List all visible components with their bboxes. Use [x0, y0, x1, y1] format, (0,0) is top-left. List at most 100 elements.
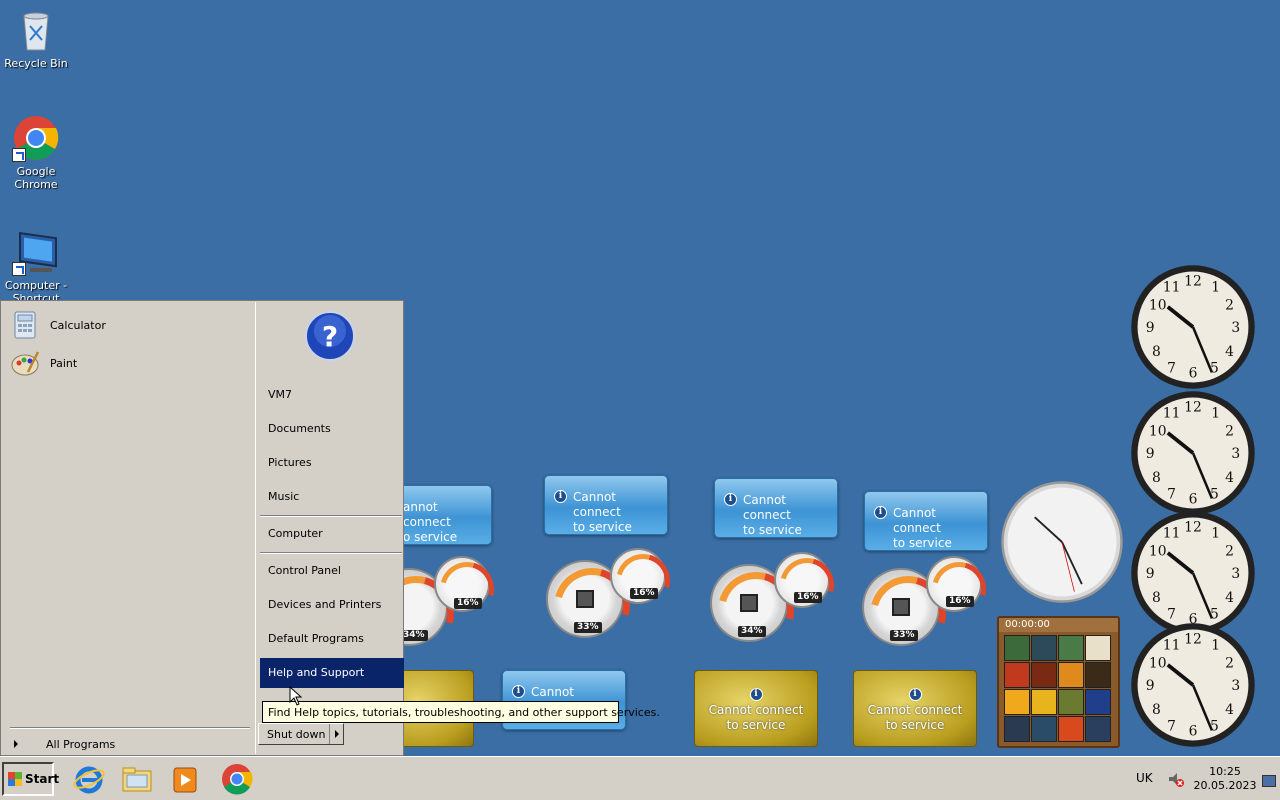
media-player-icon[interactable]: [168, 763, 202, 795]
puzzle-grid[interactable]: [999, 632, 1118, 745]
svg-text:8: 8: [1152, 344, 1161, 360]
start-menu-link-documents[interactable]: Documents: [260, 414, 404, 444]
svg-text:1: 1: [1211, 526, 1220, 542]
start-menu-link-music[interactable]: Music: [260, 482, 404, 512]
shutdown-options-arrow-icon[interactable]: [329, 724, 343, 744]
weather-status-line1: Cannot connect: [743, 493, 791, 522]
clock-gadget[interactable]: 12 3 6 9 1 2 4 5 7 8 10 11: [1130, 390, 1256, 516]
language-indicator[interactable]: UK: [1136, 771, 1153, 785]
svg-text:1: 1: [1211, 280, 1220, 296]
svg-text:12: 12: [1184, 273, 1202, 289]
svg-text:12: 12: [1184, 399, 1202, 415]
cpu-usage: 34%: [400, 630, 428, 641]
weather-status-line2: to service: [893, 536, 952, 550]
info-icon: i: [908, 688, 922, 701]
chrome-icon[interactable]: [220, 763, 254, 795]
cpu-usage: 34%: [738, 626, 766, 637]
svg-text:9: 9: [1146, 320, 1155, 336]
clock-gadget[interactable]: 12 3 6 9 1 2 4 5 7 8 10 11: [1130, 622, 1256, 748]
windows-explorer-icon[interactable]: [120, 763, 154, 795]
picture-puzzle-gadget[interactable]: 00:00:00: [997, 616, 1120, 748]
cpu-meter-gadget[interactable]: 34% 16%: [710, 552, 832, 644]
svg-text:10: 10: [1149, 655, 1167, 671]
svg-text:10: 10: [1149, 543, 1167, 559]
start-menu-link-help-support[interactable]: Help and Support: [260, 658, 404, 688]
clock-gadget[interactable]: 12 3 6 9 1 2 4 5 7 8 10 11: [1130, 264, 1256, 390]
recycle-bin-icon: [12, 6, 60, 54]
svg-text:7: 7: [1167, 486, 1176, 502]
clock-time: 10:25: [1209, 765, 1241, 778]
start-menu-link-pictures[interactable]: Pictures: [260, 448, 404, 478]
clock-gadget[interactable]: 12 3 6 9 1 2 4 5 7 8 10 11: [1130, 510, 1256, 636]
clock-date: 20.05.2023: [1193, 779, 1257, 792]
desktop-icon-label: Recycle Bin: [4, 57, 68, 70]
start-button[interactable]: Start: [2, 762, 59, 796]
cpu-chip-icon: [892, 598, 910, 616]
svg-text:4: 4: [1225, 590, 1234, 606]
start-menu-link-user[interactable]: VM7: [260, 380, 404, 410]
svg-text:11: 11: [1163, 406, 1181, 422]
weather-status-line2: to service: [573, 520, 632, 534]
svg-text:12: 12: [1184, 519, 1202, 535]
mouse-cursor-icon: [289, 686, 303, 706]
shortcut-arrow-icon: [12, 262, 26, 276]
cpu-meter-gadget[interactable]: 33% 16%: [546, 548, 668, 640]
shutdown-label: Shut down: [267, 728, 326, 741]
start-menu-link-devices-printers[interactable]: Devices and Printers: [260, 590, 404, 620]
currency-status-line2: to service: [726, 718, 786, 732]
desktop-icon-google-chrome[interactable]: Google Chrome: [0, 114, 72, 191]
svg-text:2: 2: [1225, 543, 1234, 559]
svg-text:7: 7: [1167, 360, 1176, 376]
computer-icon: [12, 228, 60, 276]
start-menu-divider: [260, 515, 402, 517]
weather-gadget[interactable]: i Cannot connect to service: [864, 491, 988, 551]
clock-gadget[interactable]: [1000, 480, 1124, 604]
system-clock[interactable]: 10:25 20.05.2023: [1192, 765, 1258, 793]
svg-text:6: 6: [1189, 365, 1198, 381]
info-icon: i: [512, 685, 525, 698]
info-icon: i: [724, 493, 737, 506]
weather-status-line1: Cannot connect: [573, 490, 621, 519]
memory-usage: 16%: [454, 598, 482, 609]
volume-muted-icon[interactable]: [1166, 769, 1186, 789]
start-menu-item-calculator[interactable]: Calculator: [10, 308, 250, 342]
start-menu-item-label: Paint: [50, 356, 78, 370]
svg-text:8: 8: [1152, 702, 1161, 718]
desktop-icon-recycle-bin[interactable]: Recycle Bin: [0, 6, 72, 70]
svg-text:7: 7: [1167, 718, 1176, 734]
svg-text:11: 11: [1163, 638, 1181, 654]
desktop-icon-computer-shortcut[interactable]: Computer - Shortcut: [0, 228, 72, 305]
svg-text:4: 4: [1225, 344, 1234, 360]
start-menu-link-computer[interactable]: Computer: [260, 519, 404, 549]
internet-explorer-icon[interactable]: [72, 763, 106, 795]
start-label: Start: [25, 772, 60, 786]
paint-icon: [10, 348, 40, 378]
info-icon: i: [554, 490, 567, 503]
tooltip: Find Help topics, tutorials, troubleshoo…: [262, 701, 660, 723]
currency-gadget[interactable]: i Cannot connect to service: [694, 670, 818, 747]
weather-gadget[interactable]: i Cannot connect to service: [714, 478, 838, 538]
weather-status-line2: to service: [743, 523, 802, 537]
currency-gadget[interactable]: i Cannot connect to service: [853, 670, 977, 747]
all-programs-button[interactable]: All Programs: [8, 736, 248, 754]
memory-usage: 16%: [946, 596, 974, 607]
svg-text:7: 7: [1167, 606, 1176, 622]
start-menu-link-control-panel[interactable]: Control Panel: [260, 556, 404, 586]
calculator-icon: [10, 310, 40, 340]
svg-text:?: ?: [322, 320, 338, 353]
svg-text:10: 10: [1149, 423, 1167, 439]
cpu-chip-icon: [576, 590, 594, 608]
start-menu-divider: [260, 552, 402, 554]
show-desktop-icon[interactable]: [1262, 775, 1276, 787]
start-menu-link-default-programs[interactable]: Default Programs: [260, 624, 404, 654]
svg-text:2: 2: [1225, 655, 1234, 671]
shutdown-button[interactable]: Shut down: [258, 723, 344, 745]
weather-gadget[interactable]: i Cannot connect to service: [544, 475, 668, 535]
svg-text:8: 8: [1152, 590, 1161, 606]
start-menu-item-label: Calculator: [50, 318, 106, 332]
svg-text:3: 3: [1231, 566, 1240, 582]
cpu-usage: 33%: [574, 622, 602, 633]
shortcut-arrow-icon: [12, 148, 26, 162]
cpu-meter-gadget[interactable]: 33% 16%: [862, 556, 984, 648]
start-menu-item-paint[interactable]: Paint: [10, 346, 250, 380]
